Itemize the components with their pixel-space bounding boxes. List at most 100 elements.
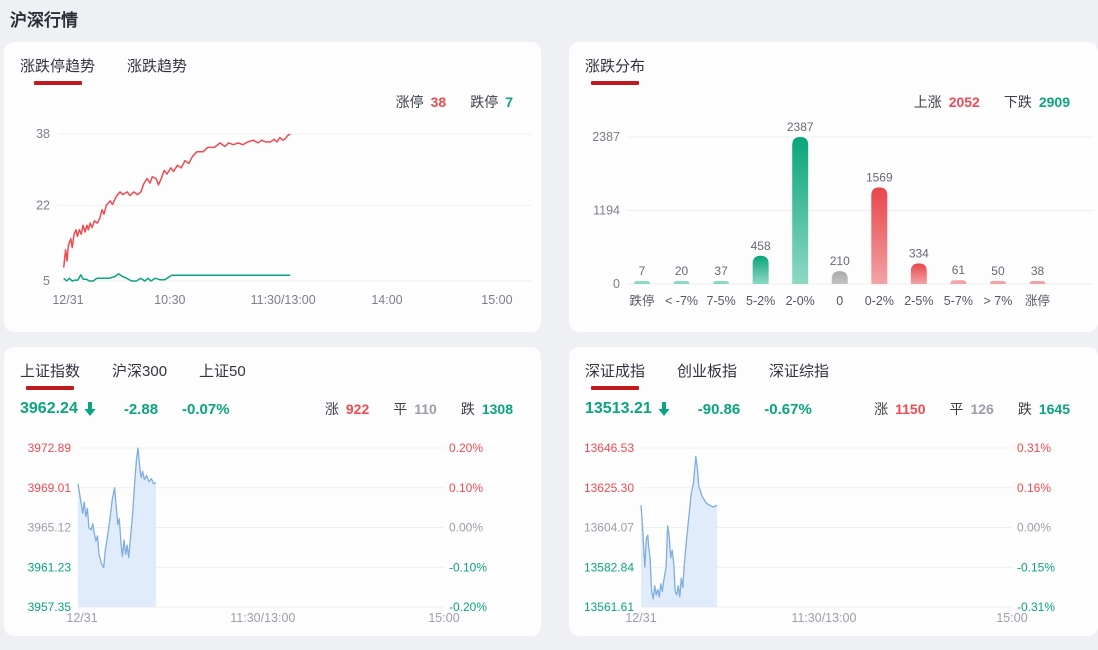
szse-flat-stat: 平 126 <box>949 399 993 419</box>
sse-index-change: -2.88 <box>123 400 159 418</box>
svg-text:10:30: 10:30 <box>154 293 185 307</box>
page-title: 沪深行情 <box>10 11 78 30</box>
svg-text:14:00: 14:00 <box>371 293 402 307</box>
tab-limit-updown-trend[interactable]: 涨跌停趋势 <box>20 55 95 85</box>
szse-index-value: 13513.21 <box>585 400 652 417</box>
limit-trend-tabs: 涨跌停趋势 涨跌趋势 <box>20 55 187 85</box>
tab-szse-composite[interactable]: 深证综指 <box>769 360 829 390</box>
down-arrow-icon <box>658 402 670 416</box>
szse-down-stat: 跌 1645 <box>1018 399 1070 419</box>
svg-text:61: 61 <box>952 263 966 277</box>
svg-text:3972.89: 3972.89 <box>28 441 72 455</box>
svg-text:38: 38 <box>1031 264 1045 278</box>
szse-up-label: 涨 <box>874 401 889 417</box>
svg-text:15:00: 15:00 <box>996 611 1027 625</box>
svg-text:13604.07: 13604.07 <box>584 521 634 535</box>
sse-down-label: 跌 <box>460 401 475 417</box>
sse-up-value: 922 <box>345 401 370 417</box>
svg-text:3961.23: 3961.23 <box>28 560 72 574</box>
tab-updown-trend[interactable]: 涨跌趋势 <box>127 55 187 85</box>
svg-text:0.00%: 0.00% <box>449 521 483 535</box>
tab-chinext[interactable]: 创业板指 <box>677 360 737 390</box>
svg-text:13582.84: 13582.84 <box>584 560 634 574</box>
shanghai-index-tabs: 上证指数 沪深300 上证50 <box>20 360 246 390</box>
svg-text:37: 37 <box>714 264 728 278</box>
sse-breadth-stats: 涨 922 平 110 跌 1308 <box>325 399 513 419</box>
advancers-label: 上涨 <box>913 94 942 110</box>
down-arrow-icon <box>84 402 96 416</box>
panel-shanghai-index: 上证指数 沪深300 上证50 3962.24 -2.88 -0.07% 涨 92… <box>4 347 541 636</box>
tab-updown-distribution[interactable]: 涨跌分布 <box>585 55 645 85</box>
svg-text:22: 22 <box>36 198 50 212</box>
svg-text:1569: 1569 <box>866 170 893 184</box>
svg-text:5: 5 <box>43 274 50 288</box>
limit-up-value: 38 <box>430 94 447 110</box>
tab-csi300[interactable]: 沪深300 <box>112 360 167 390</box>
svg-text:0-2%: 0-2% <box>865 294 894 308</box>
svg-text:< -7%: < -7% <box>665 294 698 308</box>
svg-text:3969.01: 3969.01 <box>28 481 72 495</box>
svg-text:2387: 2387 <box>592 130 620 144</box>
distribution-tabs: 涨跌分布 <box>585 55 645 85</box>
szse-breadth-stats: 涨 1150 平 126 跌 1645 <box>874 399 1070 419</box>
svg-text:2-0%: 2-0% <box>786 294 815 308</box>
svg-text:-0.10%: -0.10% <box>449 560 487 574</box>
svg-text:458: 458 <box>751 239 771 253</box>
svg-text:-0.15%: -0.15% <box>1017 560 1055 574</box>
svg-text:涨停: 涨停 <box>1025 293 1050 308</box>
sse-quote: 3962.24 -2.88 -0.07% <box>20 400 230 418</box>
panel-shenzhen-index: 深证成指 创业板指 深证综指 13513.21 -90.86 -0.67% 涨1… <box>569 347 1098 636</box>
decliners-stat: 下跌 2909 <box>1004 92 1070 112</box>
sse-index-pct: -0.07% <box>182 400 230 418</box>
svg-text:5-7%: 5-7% <box>944 294 973 308</box>
advancers-value: 2052 <box>948 94 980 110</box>
szse-up-value: 1150 <box>895 401 926 417</box>
svg-text:3957.35: 3957.35 <box>28 600 72 614</box>
svg-text:12/31: 12/31 <box>52 293 83 307</box>
sse-flat-value: 110 <box>414 401 437 417</box>
limit-up-stat: 涨停 38 <box>396 92 447 112</box>
decliners-label: 下跌 <box>1003 94 1032 110</box>
svg-text:跌停: 跌停 <box>629 293 654 308</box>
szse-index-pct: -0.67% <box>764 400 812 418</box>
szse-down-label: 跌 <box>1017 401 1032 417</box>
sse-up-stat: 涨 922 <box>325 399 369 419</box>
svg-text:15:00: 15:00 <box>481 293 512 307</box>
szse-flat-value: 126 <box>970 401 994 417</box>
svg-text:11:30/13:00: 11:30/13:00 <box>230 611 295 625</box>
sse-down-stat: 跌 1308 <box>461 399 513 419</box>
szse-intraday-area-chart: 13646.53 0.31% 13625.30 0.16% 13604.07 0.00% 1… <box>569 440 1098 636</box>
szse-down-value: 1645 <box>1038 401 1070 417</box>
svg-text:38: 38 <box>36 127 50 141</box>
svg-text:210: 210 <box>830 254 850 268</box>
limit-up-label: 涨停 <box>395 94 424 110</box>
szse-up-stat: 涨 1150 <box>874 399 925 419</box>
sse-flat-label: 平 <box>393 401 408 417</box>
svg-text:0.16%: 0.16% <box>1017 481 1051 495</box>
limit-down-stat: 跌停 7 <box>470 92 513 112</box>
limit-stats: 涨停 38 跌停 7 <box>396 92 513 112</box>
tab-szse-component[interactable]: 深证成指 <box>585 360 645 390</box>
svg-text:50: 50 <box>991 264 1005 278</box>
decliners-value: 2909 <box>1038 94 1070 110</box>
sse-index-value: 3962.24 <box>20 400 78 417</box>
svg-text:11:30/13:00: 11:30/13:00 <box>791 611 856 625</box>
sse-quote-row: 3962.24 -2.88 -0.07% 涨 922 平 110 跌 1308 <box>20 399 513 419</box>
szse-flat-label: 平 <box>949 401 964 417</box>
distribution-bar-chart: 2387 1194 0 7 跌停 20 < -7% 37 7-5% 458 5-2% 2387 2-0%… <box>569 112 1098 324</box>
svg-text:334: 334 <box>909 246 929 260</box>
tab-sse-index[interactable]: 上证指数 <box>20 360 80 390</box>
svg-text:0: 0 <box>613 277 620 291</box>
sse-intraday-area-chart: 3972.89 0.20% 3969.01 0.10% 3965.12 0.00% 3961… <box>4 440 541 636</box>
svg-text:0.00%: 0.00% <box>1017 521 1051 535</box>
svg-text:0.31%: 0.31% <box>1017 441 1051 455</box>
svg-text:> 7%: > 7% <box>984 294 1013 308</box>
svg-text:3965.12: 3965.12 <box>28 521 72 535</box>
tab-sse50[interactable]: 上证50 <box>199 360 246 390</box>
advancers-stat: 上涨 2052 <box>914 92 980 112</box>
limit-down-label: 跌停 <box>470 94 499 110</box>
svg-text:12/31: 12/31 <box>66 611 97 625</box>
svg-text:2387: 2387 <box>787 120 814 134</box>
limit-down-value: 7 <box>505 94 513 110</box>
svg-text:7: 7 <box>639 264 646 278</box>
